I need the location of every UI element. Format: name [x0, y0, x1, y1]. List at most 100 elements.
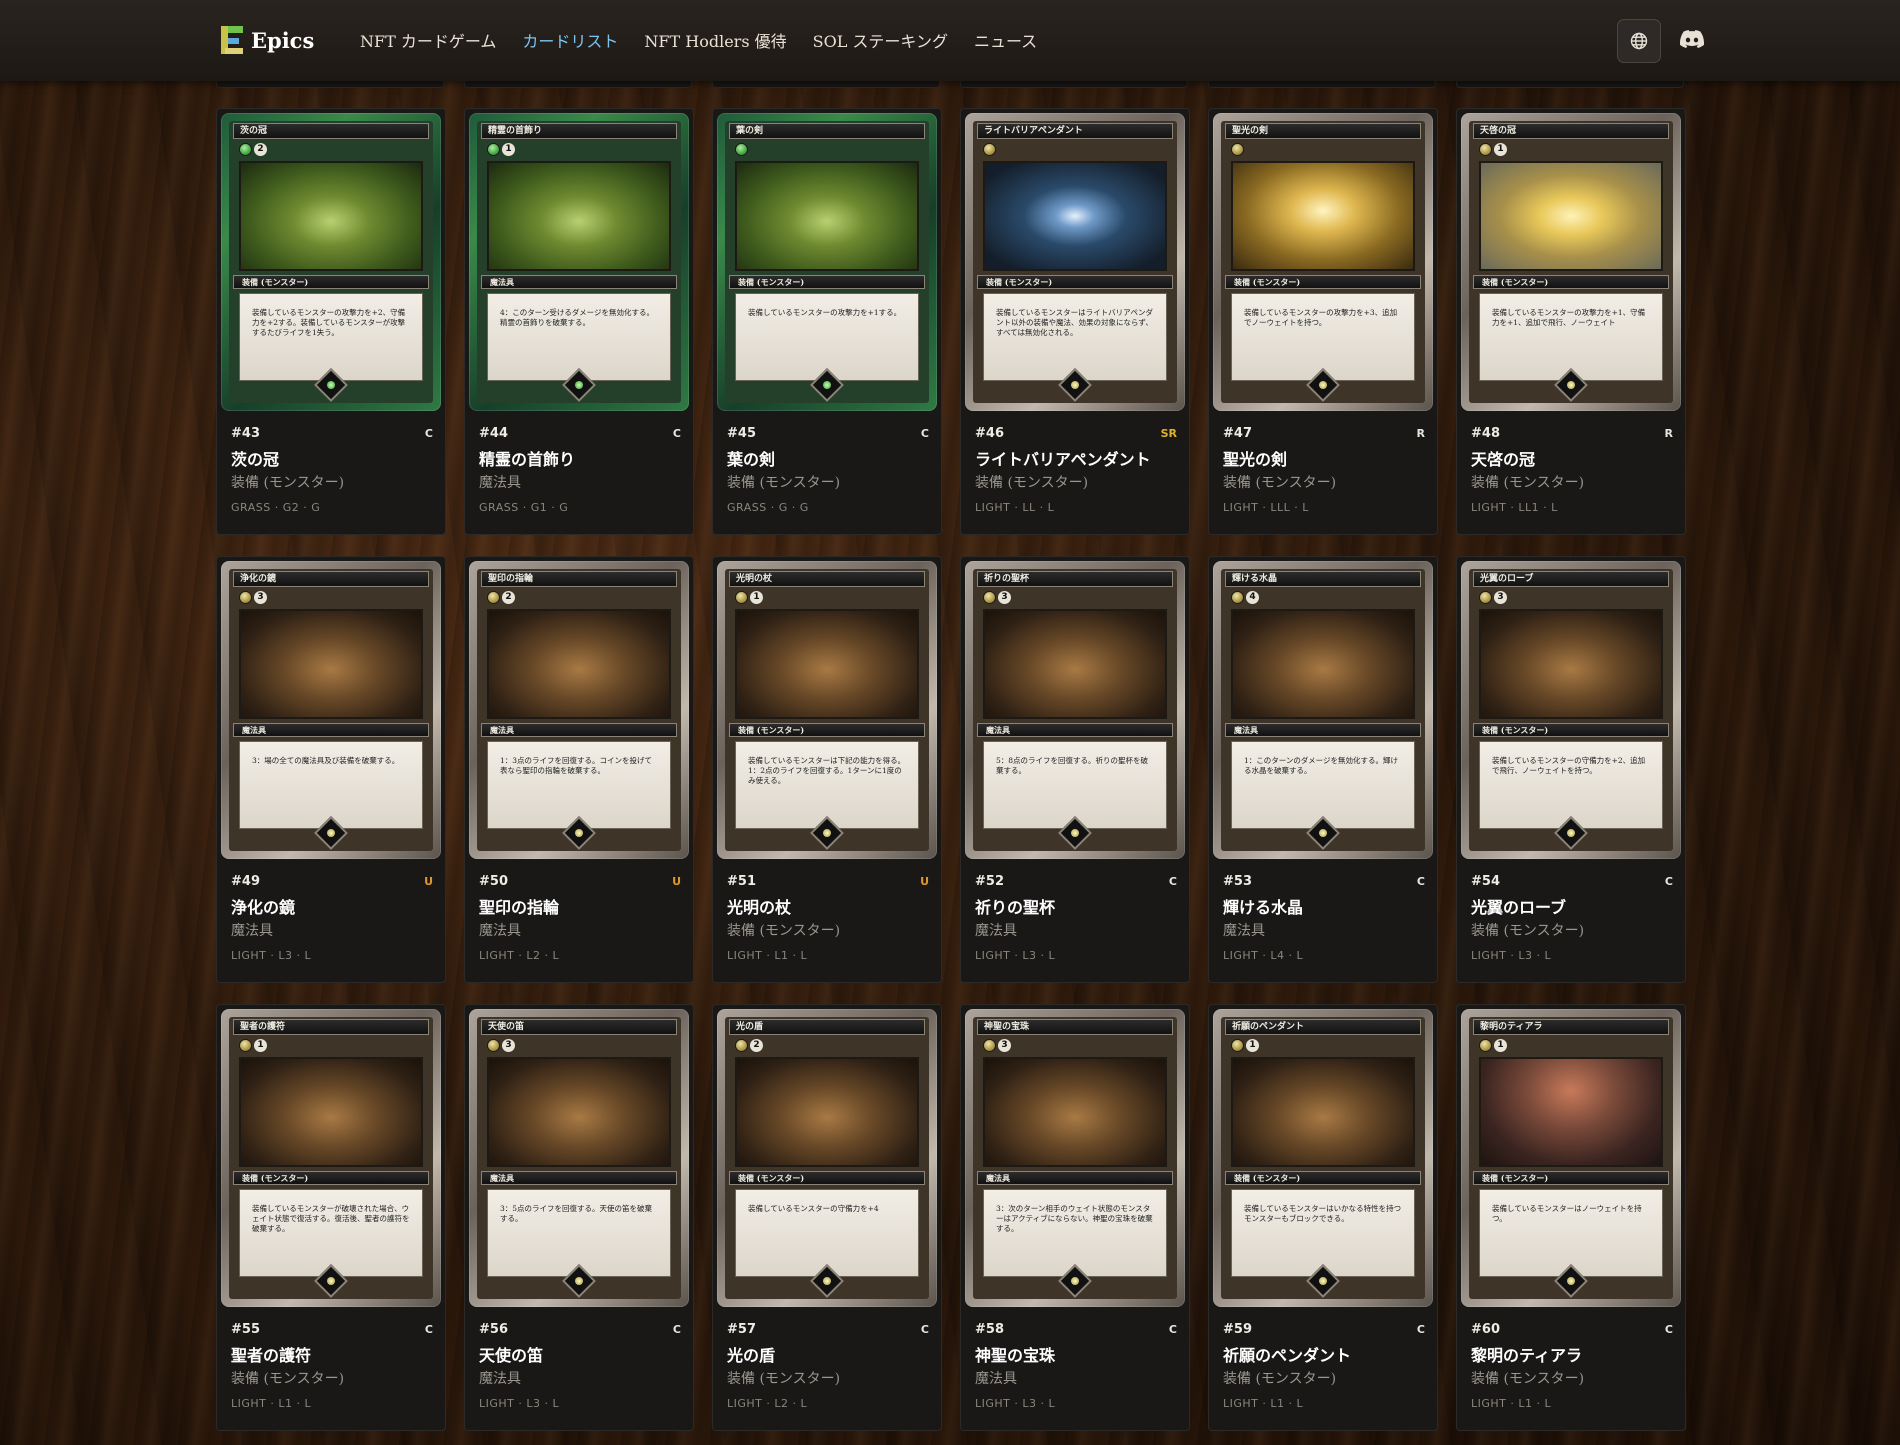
card-tile[interactable]: 天使の笛 3 魔法具 3：5点のライフを回復する。天使の笛を破棄する。 #56 … [464, 1004, 694, 1431]
card-type: 魔法具 [1223, 923, 1265, 939]
card-tile[interactable]: 神聖の宝珠 3 魔法具 3：次のターン相手のウェイト状態のモンスターはアクティブ… [960, 1004, 1190, 1431]
card-name: 葉の剣 [727, 450, 776, 469]
card-artwork[interactable]: 茨の冠 2 装備 (モンスター) 装備しているモンスターの攻撃力を+2、守備力を… [221, 113, 441, 411]
card-name: ライトバリアペンダント [975, 450, 1151, 469]
card-artwork[interactable]: 聖印の指輪 2 魔法具 1：3点のライフを回復する。コインを投げて表なら聖印の指… [469, 561, 689, 859]
card-art-type: 装備 (モンスター) [1225, 275, 1421, 289]
card-frame: 茨の冠 2 装備 (モンスター) 装備しているモンスターの攻撃力を+2、守備力を… [229, 121, 433, 403]
card-art-type: 魔法具 [233, 723, 429, 737]
card-illustration [1479, 1057, 1663, 1167]
card-artwork[interactable]: 祈りの聖杯 3 魔法具 5：8点のライフを回復する。祈りの聖杯を破棄する。 [965, 561, 1185, 859]
previous-card-edge [1208, 81, 1436, 88]
card-rarity: C [1664, 1322, 1673, 1336]
discord-icon [1680, 30, 1704, 48]
main-nav: NFT カードゲーム カードリスト NFT Hodlers 優待 SOL ステー… [360, 28, 1037, 52]
card-code: LIGHT · L3 · L [231, 949, 312, 962]
card-tile[interactable]: 祈りの聖杯 3 魔法具 5：8点のライフを回復する。祈りの聖杯を破棄する。 #5… [960, 556, 1190, 983]
card-artwork[interactable]: 輝ける水晶 4 魔法具 1：このターンのダメージを無効化する。輝ける水晶を破棄す… [1213, 561, 1433, 859]
card-tile[interactable]: 光の盾 2 装備 (モンスター) 装備しているモンスターの守備力を+4 #57 … [712, 1004, 942, 1431]
language-button[interactable] [1617, 19, 1661, 63]
card-artwork[interactable]: 精霊の首飾り 1 魔法具 4：このターン受けるダメージを無効化する。精霊の首飾り… [469, 113, 689, 411]
discord-link[interactable] [1678, 27, 1706, 51]
card-rarity: C [672, 426, 681, 440]
card-name: 天使の笛 [479, 1346, 544, 1365]
card-artwork[interactable]: 聖光の剣 装備 (モンスター) 装備しているモンスターの攻撃力を+3、追加でノー… [1213, 113, 1433, 411]
card-artwork[interactable]: 黎明のティアラ 1 装備 (モンスター) 装備しているモンスターはノーウェイトを… [1461, 1009, 1681, 1307]
nav-card-list[interactable]: カードリスト [522, 28, 618, 52]
card-artwork[interactable]: ライトバリアペンダント 装備 (モンスター) 装備しているモンスターはライトバリ… [965, 113, 1185, 411]
card-art-title: 祈りの聖杯 [977, 571, 1173, 587]
card-illustration [983, 161, 1167, 271]
card-tile[interactable]: 浄化の鏡 3 魔法具 3：場の全ての魔法具及び装備を破棄する。 #49 U 浄化… [216, 556, 446, 983]
card-artwork[interactable]: 光翼のローブ 3 装備 (モンスター) 装備しているモンスターの守備力を+2、追… [1461, 561, 1681, 859]
nav-nft-hodlers[interactable]: NFT Hodlers 優待 [644, 28, 786, 52]
card-code: LIGHT · LL · L [975, 501, 1055, 514]
card-meta: #53 C 輝ける水晶 魔法具 LIGHT · L4 · L [1223, 871, 1425, 963]
card-illustration [735, 1057, 919, 1167]
card-type: 装備 (モンスター) [231, 475, 345, 491]
card-tile[interactable]: 精霊の首飾り 1 魔法具 4：このターン受けるダメージを無効化する。精霊の首飾り… [464, 108, 694, 535]
card-art-title: 茨の冠 [233, 123, 429, 139]
element-gem-icon [487, 591, 500, 604]
top-navigation-bar: Epics NFT カードゲーム カードリスト NFT Hodlers 優待 S… [0, 0, 1900, 81]
card-art-title: 輝ける水晶 [1225, 571, 1421, 587]
card-illustration [1231, 1057, 1415, 1167]
card-art-title: 光翼のローブ [1473, 571, 1669, 587]
card-art-type: 装備 (モンスター) [233, 1171, 429, 1185]
cost-number: 3 [998, 1039, 1011, 1052]
nav-news[interactable]: ニュース [974, 28, 1037, 52]
card-tile[interactable]: 天啓の冠 1 装備 (モンスター) 装備しているモンスターの攻撃力を+1、守備力… [1456, 108, 1686, 535]
card-artwork[interactable]: 葉の剣 装備 (モンスター) 装備しているモンスターの攻撃力を+1する。 [717, 113, 937, 411]
card-frame: 祈願のペンダント 1 装備 (モンスター) 装備しているモンスターはいかなる特性… [1221, 1017, 1425, 1299]
nav-sol-staking[interactable]: SOL ステーキング [813, 28, 948, 52]
card-tile[interactable]: 聖光の剣 装備 (モンスター) 装備しているモンスターの攻撃力を+3、追加でノー… [1208, 108, 1438, 535]
card-tile[interactable]: 光翼のローブ 3 装備 (モンスター) 装備しているモンスターの守備力を+2、追… [1456, 556, 1686, 983]
card-meta: #56 C 天使の笛 魔法具 LIGHT · L3 · L [479, 1319, 681, 1411]
card-tile[interactable]: ライトバリアペンダント 装備 (モンスター) 装備しているモンスターはライトバリ… [960, 108, 1190, 535]
element-gem-icon [735, 143, 748, 156]
card-tile[interactable]: 光明の杖 1 装備 (モンスター) 装備しているモンスターは下記の能力を得る。1… [712, 556, 942, 983]
element-gem-icon [487, 1039, 500, 1052]
card-artwork[interactable]: 祈願のペンダント 1 装備 (モンスター) 装備しているモンスターはいかなる特性… [1213, 1009, 1433, 1307]
card-art-title: 神聖の宝珠 [977, 1019, 1173, 1035]
card-tile[interactable]: 葉の剣 装備 (モンスター) 装備しているモンスターの攻撃力を+1する。 #45… [712, 108, 942, 535]
card-artwork[interactable]: 天啓の冠 1 装備 (モンスター) 装備しているモンスターの攻撃力を+1、守備力… [1461, 113, 1681, 411]
card-tile[interactable]: 黎明のティアラ 1 装備 (モンスター) 装備しているモンスターはノーウェイトを… [1456, 1004, 1686, 1431]
card-tile[interactable]: 聖者の護符 1 装備 (モンスター) 装備しているモンスターが破壊された場合、ウ… [216, 1004, 446, 1431]
card-tile[interactable]: 聖印の指輪 2 魔法具 1：3点のライフを回復する。コインを投げて表なら聖印の指… [464, 556, 694, 983]
card-artwork[interactable]: 光の盾 2 装備 (モンスター) 装備しているモンスターの守備力を+4 [717, 1009, 937, 1307]
site-logo[interactable]: Epics [221, 26, 314, 54]
card-cost [983, 143, 996, 156]
card-illustration [487, 161, 671, 271]
card-cost: 2 [487, 591, 515, 604]
card-code: LIGHT · L3 · L [479, 1397, 560, 1410]
card-art-type: 装備 (モンスター) [729, 1171, 925, 1185]
card-code: LIGHT · L2 · L [479, 949, 560, 962]
card-tile[interactable]: 祈願のペンダント 1 装備 (モンスター) 装備しているモンスターはいかなる特性… [1208, 1004, 1438, 1431]
card-rarity: C [1168, 874, 1177, 888]
card-artwork[interactable]: 浄化の鏡 3 魔法具 3：場の全ての魔法具及び装備を破棄する。 [221, 561, 441, 859]
card-illustration [1231, 161, 1415, 271]
card-artwork[interactable]: 聖者の護符 1 装備 (モンスター) 装備しているモンスターが破壊された場合、ウ… [221, 1009, 441, 1307]
card-artwork[interactable]: 天使の笛 3 魔法具 3：5点のライフを回復する。天使の笛を破棄する。 [469, 1009, 689, 1307]
card-art-title: 黎明のティアラ [1473, 1019, 1669, 1035]
cost-number: 3 [502, 1039, 515, 1052]
card-illustration [983, 609, 1167, 719]
card-meta: #45 C 葉の剣 装備 (モンスター) GRASS · G · G [727, 423, 929, 515]
card-code: LIGHT · L1 · L [1223, 1397, 1304, 1410]
card-art-title: 浄化の鏡 [233, 571, 429, 587]
card-frame: 輝ける水晶 4 魔法具 1：このターンのダメージを無効化する。輝ける水晶を破棄す… [1221, 569, 1425, 851]
card-tile[interactable]: 茨の冠 2 装備 (モンスター) 装備しているモンスターの攻撃力を+2、守備力を… [216, 108, 446, 535]
card-tile[interactable]: 輝ける水晶 4 魔法具 1：このターンのダメージを無効化する。輝ける水晶を破棄す… [1208, 556, 1438, 983]
card-meta: #54 C 光翼のローブ 装備 (モンスター) LIGHT · L3 · L [1471, 871, 1673, 963]
card-meta: #52 C 祈りの聖杯 魔法具 LIGHT · L3 · L [975, 871, 1177, 963]
card-artwork[interactable]: 光明の杖 1 装備 (モンスター) 装備しているモンスターは下記の能力を得る。1… [717, 561, 937, 859]
cost-number: 1 [1246, 1039, 1259, 1052]
card-code: LIGHT · L4 · L [1223, 949, 1304, 962]
card-number: #56 [479, 1321, 508, 1337]
card-artwork[interactable]: 神聖の宝珠 3 魔法具 3：次のターン相手のウェイト状態のモンスターはアクティブ… [965, 1009, 1185, 1307]
card-illustration [239, 1057, 423, 1167]
card-type: 装備 (モンスター) [975, 475, 1089, 491]
nav-nft-card-game[interactable]: NFT カードゲーム [360, 28, 496, 52]
globe-icon [1630, 32, 1648, 50]
